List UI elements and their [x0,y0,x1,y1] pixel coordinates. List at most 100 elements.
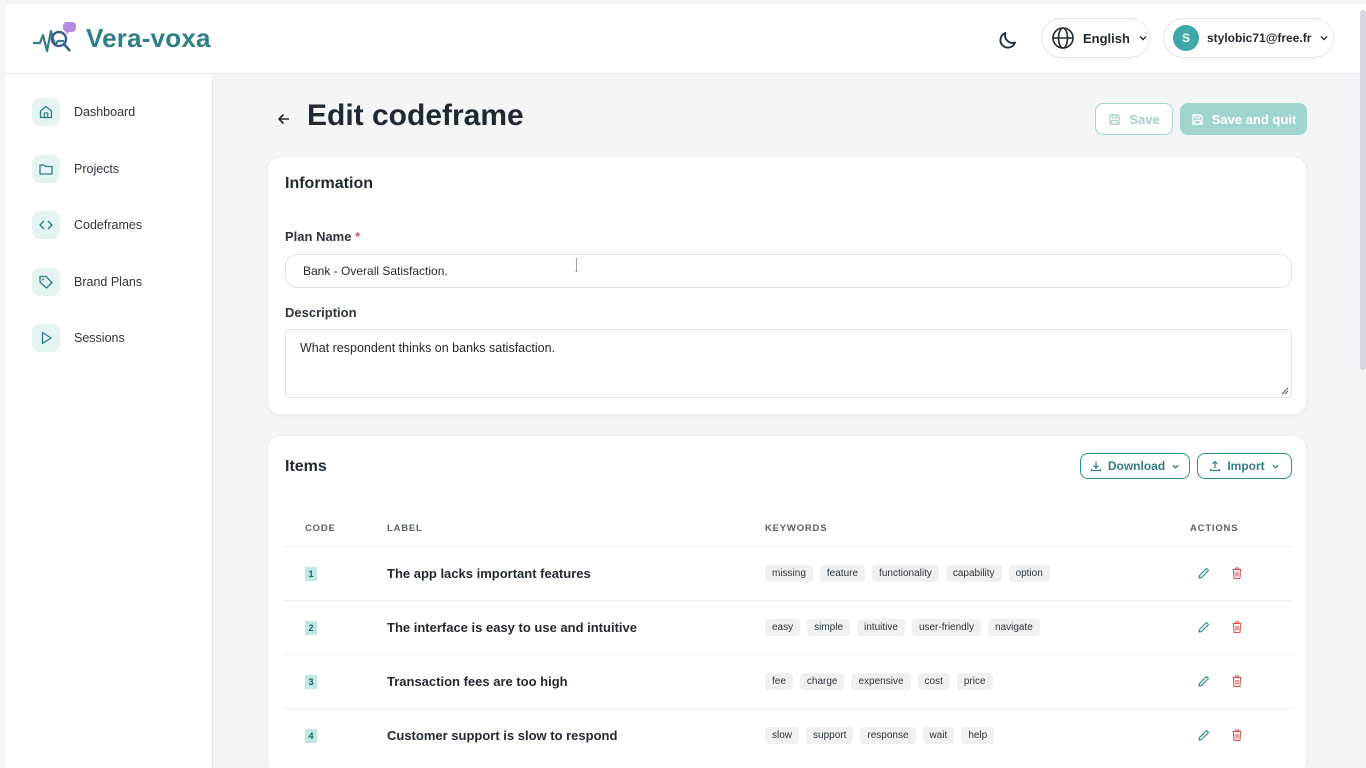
top-header: Vera-voxa English S stylobic71@free.fr [6,4,1366,74]
table-row: 3 Transaction fees are too high fee char… [285,654,1292,708]
resize-handle-icon[interactable] [1281,387,1289,395]
keyword-chip: charge [799,673,845,690]
column-header-keywords: KEYWORDS [765,523,828,534]
row-label: Customer support is slow to respond [387,728,618,743]
page-scrollbar[interactable] [1360,10,1366,370]
keyword-chip: expensive [851,673,911,690]
download-label: Download [1107,459,1166,473]
edit-pencil-icon[interactable] [1197,728,1211,742]
description-textarea[interactable]: What respondent thinks on banks satisfac… [285,329,1292,398]
plan-name-value: Bank - Overall Satisfaction. [303,264,448,278]
code-badge: 2 [305,621,317,635]
plan-name-label: Plan Name * [285,229,360,244]
information-card: Information Plan Name * Bank - Overall S… [267,156,1307,415]
edit-pencil-icon[interactable] [1197,674,1211,688]
import-label: Import [1227,459,1265,473]
table-row: 4 Customer support is slow to respond sl… [285,708,1292,762]
code-icon [32,211,60,239]
save-and-quit-button[interactable]: Save and quit [1180,103,1307,135]
keyword-list: easy simple intuitive user-friendly navi… [765,619,1040,636]
user-menu[interactable]: S stylobic71@free.fr [1163,18,1334,58]
row-label: The interface is easy to use and intuiti… [387,620,637,635]
plan-name-input[interactable]: Bank - Overall Satisfaction. [285,254,1292,288]
keyword-chip: response [860,727,916,744]
upload-icon [1210,460,1221,472]
user-email: stylobic71@free.fr [1207,31,1312,45]
keyword-chip: easy [765,619,801,636]
information-title: Information [285,175,373,192]
keyword-chip: user-friendly [911,619,981,636]
import-button[interactable]: Import [1197,453,1292,479]
keyword-list: fee charge expensive cost price [765,673,993,690]
sidebar-item-label: Sessions [74,331,125,345]
save-button-label: Save [1129,111,1160,127]
table-row: 2 The interface is easy to use and intui… [285,600,1292,654]
keyword-chip: fee [765,673,793,690]
app-logo[interactable]: Vera-voxa [32,19,211,57]
keyword-chip: navigate [987,619,1040,636]
keyword-chip: intuitive [857,619,905,636]
chevron-down-icon [1272,464,1279,469]
delete-trash-icon[interactable] [1230,728,1244,742]
sidebar-item-sessions[interactable]: Sessions [32,323,125,353]
column-header-code: CODE [305,523,336,534]
plan-name-label-text: Plan Name [285,229,352,244]
language-label: English [1083,30,1130,46]
chevron-down-icon [1139,36,1147,41]
keyword-chip: slow [765,727,800,744]
back-arrow-icon[interactable] [275,110,293,128]
sidebar-item-label: Codeframes [74,218,143,232]
sidebar-item-label: Projects [74,162,120,176]
delete-trash-icon[interactable] [1230,674,1244,688]
play-icon [32,324,60,352]
sidebar-item-codeframes[interactable]: Codeframes [32,210,142,240]
description-label: Description [285,305,357,320]
sidebar-item-brand-plans[interactable]: Brand Plans [32,267,142,297]
page-title: Edit codeframe [307,99,524,132]
keyword-chip: option [1008,565,1050,582]
edit-pencil-icon[interactable] [1197,620,1211,634]
sidebar-item-label: Dashboard [74,105,136,119]
avatar: S [1173,25,1199,51]
sidebar-item-projects[interactable]: Projects [32,154,119,184]
code-badge: 3 [305,675,317,689]
code-badge: 1 [305,567,317,581]
keyword-list: missing feature functionality capability… [765,565,1050,582]
keyword-chip: simple [807,619,851,636]
folder-icon [32,155,60,183]
table-row: 1 The app lacks important features missi… [285,546,1292,600]
keyword-chip: price [956,673,993,690]
required-marker: * [355,229,361,244]
sidebar: Dashboard Projects Codeframes Brand Plan… [6,74,213,768]
save-icon [1191,113,1203,125]
keyword-list: slow support response wait help [765,727,995,744]
sidebar-item-dashboard[interactable]: Dashboard [32,97,135,127]
items-title: Items [285,458,327,475]
logo-icon [33,22,76,53]
app-name: Vera-voxa [86,22,211,53]
dark-mode-toggle-icon[interactable] [996,28,1020,52]
language-selector[interactable]: English [1041,18,1150,58]
code-badge: 4 [305,729,317,743]
sidebar-item-label: Brand Plans [74,275,143,289]
description-value: What respondent thinks on banks satisfac… [300,341,556,355]
delete-trash-icon[interactable] [1230,566,1244,580]
items-card: Items Download Import CODE LABEL KEYWORD… [267,435,1307,768]
download-button[interactable]: Download [1080,453,1190,479]
keyword-chip: capability [945,565,1002,582]
row-label: The app lacks important features [387,566,591,581]
text-cursor-icon [575,258,578,272]
keyword-chip: cost [917,673,950,690]
save-button[interactable]: Save [1095,103,1173,135]
edit-pencil-icon[interactable] [1197,566,1211,580]
chevron-down-icon [1172,464,1179,469]
keyword-chip: support [806,727,854,744]
column-header-actions: ACTIONS [1190,523,1239,534]
save-icon [1109,113,1121,125]
delete-trash-icon[interactable] [1230,620,1244,634]
home-icon [32,98,60,126]
keyword-chip: functionality [872,565,939,582]
column-header-label: LABEL [387,523,423,534]
globe-icon [1052,27,1074,49]
keyword-chip: help [961,727,995,744]
